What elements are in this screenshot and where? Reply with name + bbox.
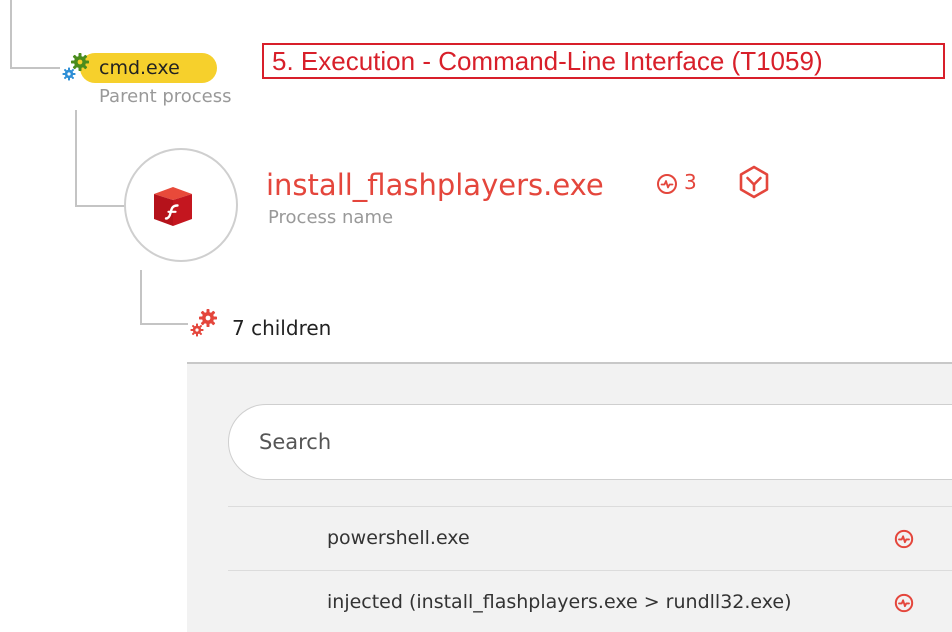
alert-count[interactable]: 3 [684, 168, 697, 196]
list-item-label: powershell.exe [327, 527, 470, 549]
tree-line-parent-vertical [75, 110, 77, 206]
process-name-label: Process name [268, 207, 394, 228]
list-item[interactable]: powershell.exe [228, 506, 952, 570]
alert-circle-icon [894, 529, 914, 549]
tree-line-process-vertical [140, 270, 142, 324]
process-name[interactable]: install_flashplayers.exe [266, 166, 604, 204]
children-search-input[interactable] [228, 404, 952, 480]
list-item-label: injected (install_flashplayers.exe > run… [327, 591, 792, 613]
alert-circle-icon [894, 593, 914, 613]
alert-circle-icon [657, 174, 677, 194]
parent-process-label: Parent process [99, 86, 232, 107]
tree-line-root-horizontal [10, 67, 60, 69]
children-count-label[interactable]: 7 children [232, 314, 331, 342]
tree-line-parent-horizontal [75, 205, 125, 207]
hexagon-shield-icon[interactable] [736, 164, 772, 200]
technique-annotation: 5. Execution - Command-Line Interface (T… [262, 43, 945, 79]
list-item[interactable]: injected (install_flashplayers.exe > run… [228, 570, 952, 632]
gears-icon [62, 53, 89, 81]
parent-process-name[interactable]: cmd.exe [99, 55, 180, 81]
technique-annotation-text: 5. Execution - Command-Line Interface (T… [272, 46, 823, 76]
process-tree-view: cmd.exe Parent process 5. Execution - Co… [0, 0, 952, 632]
tree-line-root-vertical [10, 0, 12, 68]
tree-line-process-horizontal [140, 323, 188, 325]
flash-box-icon [154, 187, 192, 226]
gears-icon [190, 309, 217, 337]
